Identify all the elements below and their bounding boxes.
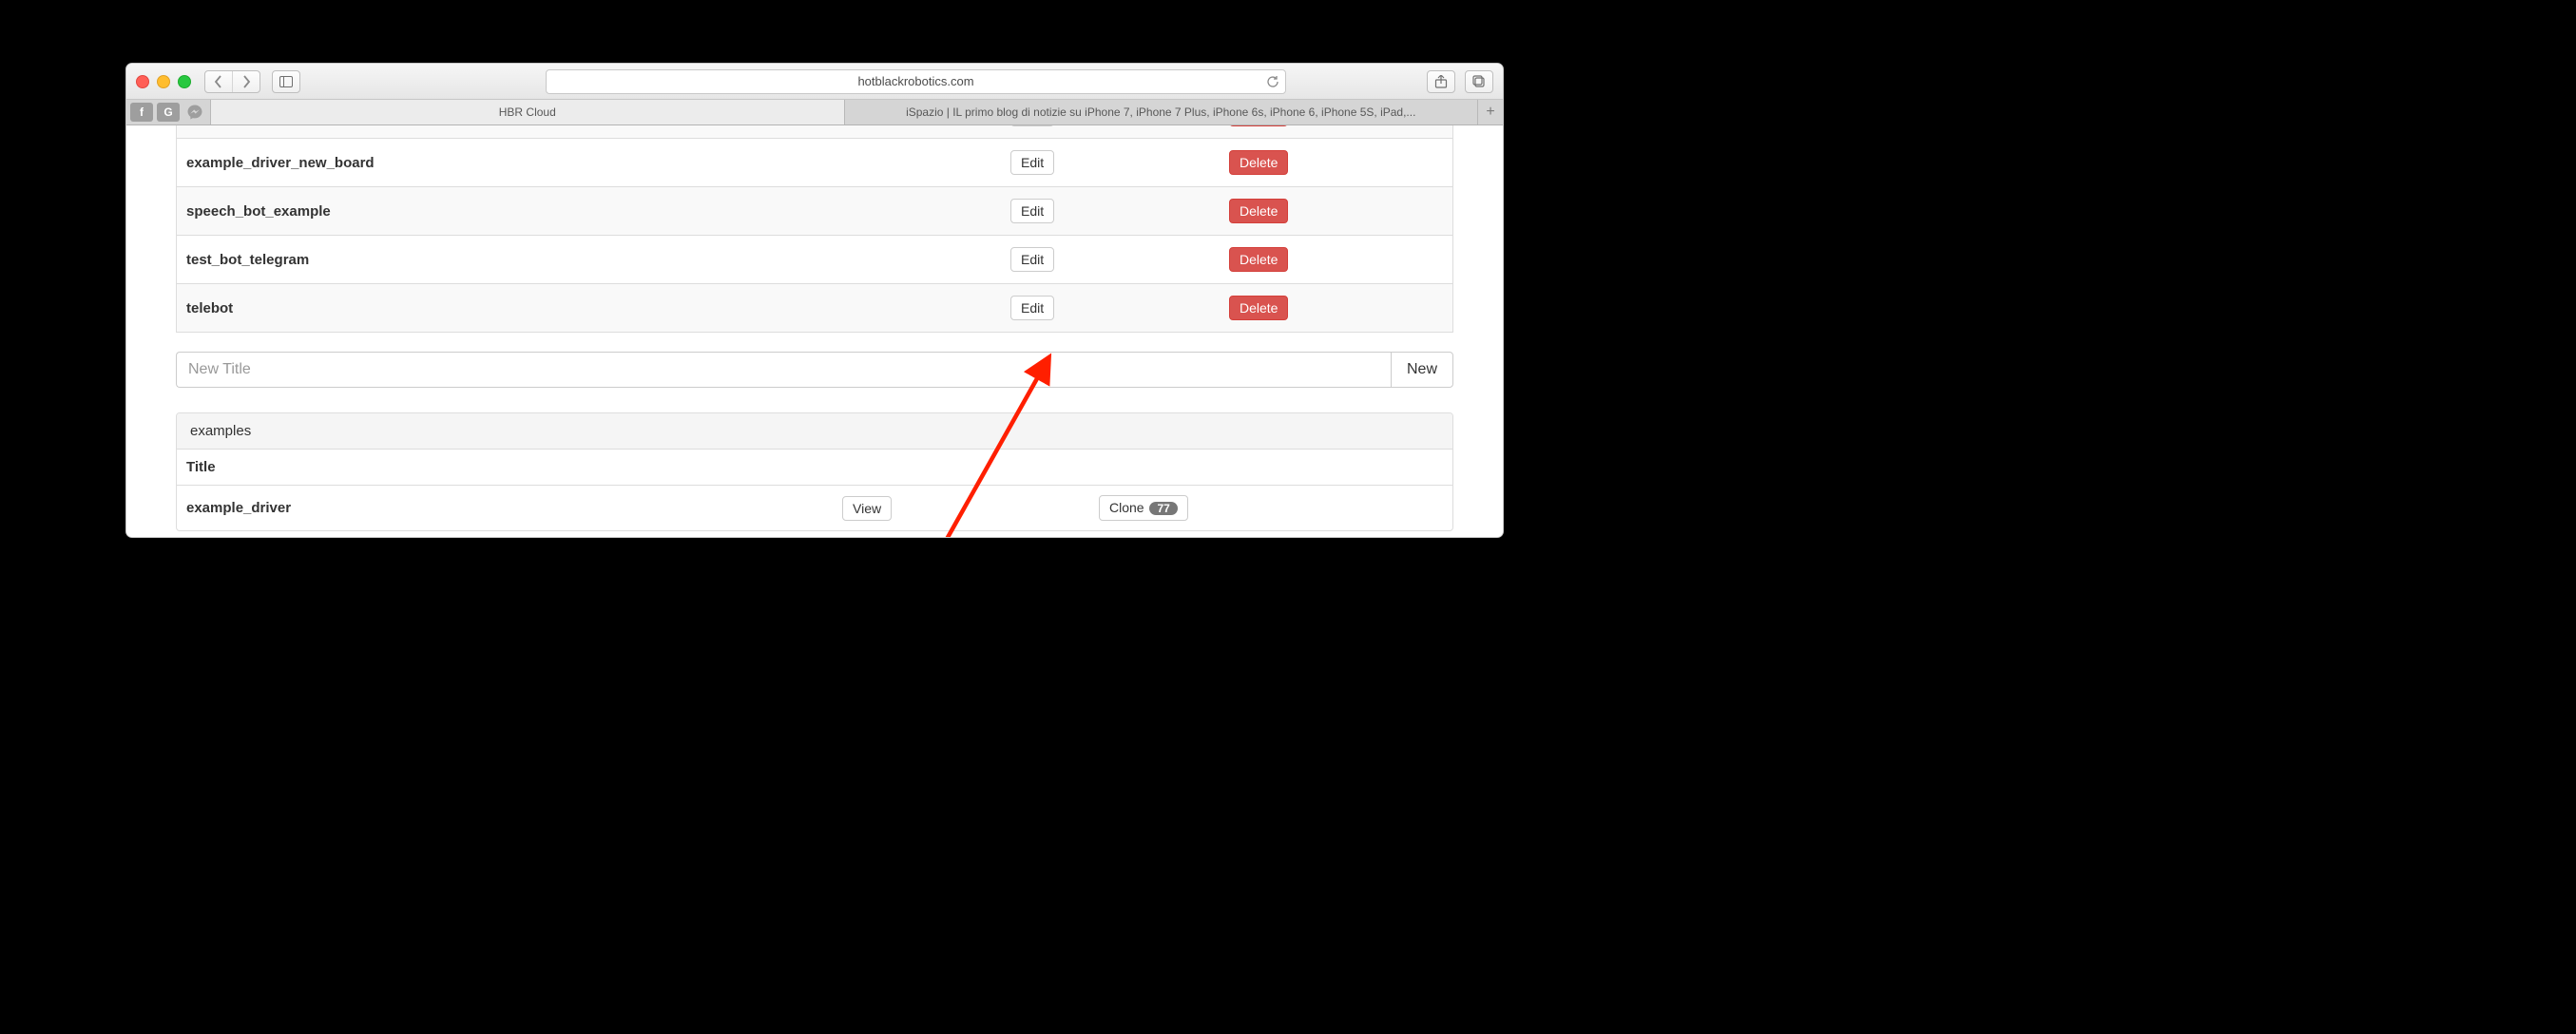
share-button[interactable] [1427, 70, 1455, 93]
examples-table: Title example_driver View Clone 77 [177, 450, 1452, 530]
url-bar[interactable]: hotblackrobotics.com [546, 69, 1286, 94]
projects-table: turtle_joy_example Edit Delete example_d… [176, 125, 1453, 333]
sidebar-toggle-button[interactable] [273, 71, 299, 92]
tabs-overview-button[interactable] [1465, 70, 1493, 93]
project-name: test_bot_telegram [186, 252, 309, 268]
examples-header-row: Title [177, 450, 1452, 486]
traffic-lights [136, 75, 191, 88]
edit-button[interactable]: Edit [1010, 296, 1054, 320]
example-name: example_driver [186, 500, 291, 516]
table-row: test_bot_telegram Edit Delete [177, 236, 1453, 284]
url-bar-text: hotblackrobotics.com [857, 74, 973, 88]
delete-button[interactable]: Delete [1229, 199, 1288, 223]
tab-bar: f G HBR Cloud iSpazio | IL primo blog di… [126, 100, 1503, 125]
project-name: telebot [186, 300, 233, 316]
clone-count-badge: 77 [1149, 502, 1177, 515]
delete-button[interactable]: Delete [1229, 150, 1288, 175]
sidebar-toggle-wrap [272, 70, 300, 93]
tab-label: iSpazio | IL primo blog di notizie su iP… [906, 105, 1415, 119]
examples-panel: examples Title example_driver View Clone… [176, 412, 1453, 531]
delete-button[interactable]: Delete [1229, 247, 1288, 272]
view-button[interactable]: View [842, 496, 892, 521]
minimize-window-button[interactable] [157, 75, 170, 88]
reload-icon[interactable] [1266, 75, 1279, 88]
edit-button[interactable]: Edit [1010, 247, 1054, 272]
new-title-group: New [176, 352, 1453, 388]
close-window-button[interactable] [136, 75, 149, 88]
messenger-icon[interactable] [183, 103, 206, 122]
window-toolbar: hotblackrobotics.com [126, 64, 1503, 100]
delete-button[interactable]: Delete [1229, 125, 1288, 126]
zoom-window-button[interactable] [178, 75, 191, 88]
facebook-icon[interactable]: f [130, 103, 153, 122]
tab-label: HBR Cloud [499, 105, 556, 119]
delete-button[interactable]: Delete [1229, 296, 1288, 320]
edit-button[interactable]: Edit [1010, 199, 1054, 223]
project-name: speech_bot_example [186, 203, 331, 220]
nav-buttons [204, 70, 260, 93]
forward-button[interactable] [232, 71, 260, 92]
table-row: example_driver_new_board Edit Delete [177, 139, 1453, 187]
google-icon[interactable]: G [157, 103, 180, 122]
table-row: turtle_joy_example Edit Delete [177, 125, 1453, 139]
project-name: example_driver_new_board [186, 155, 375, 171]
table-row: example_driver View Clone 77 [177, 486, 1452, 531]
new-title-input[interactable] [176, 352, 1391, 388]
edit-button[interactable]: Edit [1010, 125, 1054, 126]
edit-button[interactable]: Edit [1010, 150, 1054, 175]
examples-heading: examples [177, 413, 1452, 450]
favorites-strip: f G [126, 100, 211, 124]
new-tab-button[interactable]: + [1478, 100, 1503, 124]
back-button[interactable] [205, 71, 232, 92]
examples-title-header: Title [177, 450, 1452, 486]
tab-ispazio[interactable]: iSpazio | IL primo blog di notizie su iP… [845, 100, 1479, 124]
tab-hbr-cloud[interactable]: HBR Cloud [211, 100, 845, 124]
clone-label: Clone [1109, 500, 1144, 515]
toolbar-right [1427, 70, 1493, 93]
table-row: telebot Edit Delete [177, 284, 1453, 333]
table-row: speech_bot_example Edit Delete [177, 187, 1453, 236]
new-button[interactable]: New [1391, 352, 1453, 388]
page-content: turtle_joy_example Edit Delete example_d… [126, 125, 1503, 537]
clone-button[interactable]: Clone 77 [1099, 495, 1188, 521]
safari-window: hotblackrobotics.com f G HBR Cloud [125, 63, 1504, 538]
